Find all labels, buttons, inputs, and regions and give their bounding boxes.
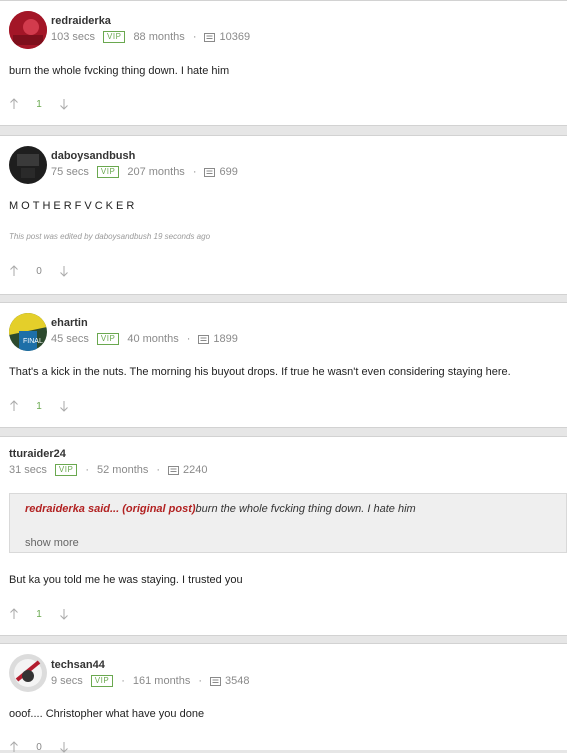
quote-line: redraiderka said... (original post)burn … <box>25 503 416 515</box>
post-meta: 45 secs VIP 40 months · 1899 <box>51 333 238 345</box>
post-meta: 9 secs VIP · 161 months · 3548 <box>51 675 250 687</box>
post-body: That's a kick in the nuts. The morning h… <box>9 366 511 378</box>
vote-bar: 1 <box>9 608 69 620</box>
separator-dot: · <box>121 675 125 687</box>
member-months: 161 months <box>132 675 191 687</box>
separator-dot: · <box>186 333 191 345</box>
post-age: 9 secs <box>51 675 83 687</box>
post-meta: 103 secs VIP 88 months · 10369 <box>51 31 250 43</box>
downvote-arrow-icon[interactable] <box>59 98 69 110</box>
upvote-arrow-icon[interactable] <box>9 608 19 620</box>
post-ehartin: FINAL ehartin 45 secs VIP 40 months · 18… <box>0 302 567 428</box>
username[interactable]: ehartin <box>51 317 88 329</box>
post-meta: 31 secs VIP · 52 months · 2240 <box>9 464 208 476</box>
member-months: 40 months <box>127 333 179 345</box>
separator-dot: · <box>192 166 197 178</box>
vip-badge: VIP <box>103 31 126 43</box>
vote-count: 1 <box>36 400 42 412</box>
upvote-arrow-icon[interactable] <box>9 98 19 110</box>
member-months: 207 months <box>127 166 185 178</box>
post-body: MOTHERFVCKER <box>9 200 138 212</box>
post-tturaider24: tturaider24 31 secs VIP · 52 months · 22… <box>0 436 567 636</box>
user-post-count: 3548 <box>225 675 250 687</box>
post-age: 31 secs <box>9 464 47 476</box>
member-months: 88 months <box>133 31 185 43</box>
downvote-arrow-icon[interactable] <box>59 608 69 620</box>
separator-dot: · <box>85 464 89 476</box>
post-body: ooof.... Christopher what have you done <box>9 708 205 720</box>
username[interactable]: daboysandbush <box>51 150 135 162</box>
user-post-count: 2240 <box>183 464 208 476</box>
post-techsan44: techsan44 9 secs VIP · 161 months · 3548… <box>0 643 567 753</box>
upvote-arrow-icon[interactable] <box>9 400 19 412</box>
edit-notice: This post was edited by daboysandbush 19… <box>9 232 211 241</box>
user-post-count: 699 <box>219 166 238 178</box>
vote-count: 0 <box>36 741 42 753</box>
username[interactable]: techsan44 <box>51 659 105 671</box>
vote-bar: 1 <box>9 98 69 110</box>
username[interactable]: redraiderka <box>51 15 111 27</box>
avatar[interactable] <box>9 11 47 49</box>
post-age: 75 secs <box>51 166 89 178</box>
post-body: burn the whole fvcking thing down. I hat… <box>9 65 230 77</box>
post-body: But ka you told me he was staying. I tru… <box>9 574 243 586</box>
avatar[interactable] <box>9 146 47 184</box>
quoted-post: redraiderka said... (original post)burn … <box>9 493 567 553</box>
vote-bar: 0 <box>9 265 69 277</box>
post-meta: 75 secs VIP 207 months · 699 <box>51 166 238 178</box>
separator-dot: · <box>192 31 197 43</box>
vip-badge: VIP <box>96 333 120 345</box>
message-icon <box>204 167 216 177</box>
vip-badge: VIP <box>90 675 114 687</box>
vote-count: 1 <box>36 608 42 620</box>
separator-dot: · <box>156 464 161 476</box>
username[interactable]: tturaider24 <box>9 448 66 460</box>
message-icon <box>210 676 222 686</box>
message-icon <box>198 334 210 344</box>
avatar[interactable]: FINAL <box>9 313 47 351</box>
svg-text:FINAL: FINAL <box>23 338 43 345</box>
downvote-arrow-icon[interactable] <box>59 400 69 412</box>
avatar[interactable] <box>9 654 47 692</box>
post-age: 45 secs <box>51 333 89 345</box>
user-post-count: 10369 <box>219 31 251 43</box>
separator-dot: · <box>198 675 203 687</box>
vote-count: 1 <box>36 98 42 110</box>
downvote-arrow-icon[interactable] <box>59 265 69 277</box>
vote-bar: 0 <box>9 741 69 753</box>
post-daboysandbush: daboysandbush 75 secs VIP 207 months · 6… <box>0 135 567 295</box>
post-age: 103 secs <box>51 31 96 43</box>
show-more-link[interactable]: show more <box>25 537 79 549</box>
vote-bar: 1 <box>9 400 69 412</box>
upvote-arrow-icon[interactable] <box>9 741 19 753</box>
user-post-count: 1899 <box>213 333 238 345</box>
message-icon <box>204 32 216 42</box>
vip-badge: VIP <box>96 166 120 178</box>
upvote-arrow-icon[interactable] <box>9 265 19 277</box>
downvote-arrow-icon[interactable] <box>59 741 69 753</box>
quote-text: burn the whole fvcking thing down. I hat… <box>195 503 416 515</box>
post-redraiderka: redraiderka 103 secs VIP 88 months · 103… <box>0 0 567 126</box>
vote-count: 0 <box>36 265 42 277</box>
quote-author-link[interactable]: redraiderka said... (original post) <box>25 503 196 515</box>
member-months: 52 months <box>97 464 149 476</box>
message-icon <box>168 465 180 475</box>
vip-badge: VIP <box>54 464 78 476</box>
